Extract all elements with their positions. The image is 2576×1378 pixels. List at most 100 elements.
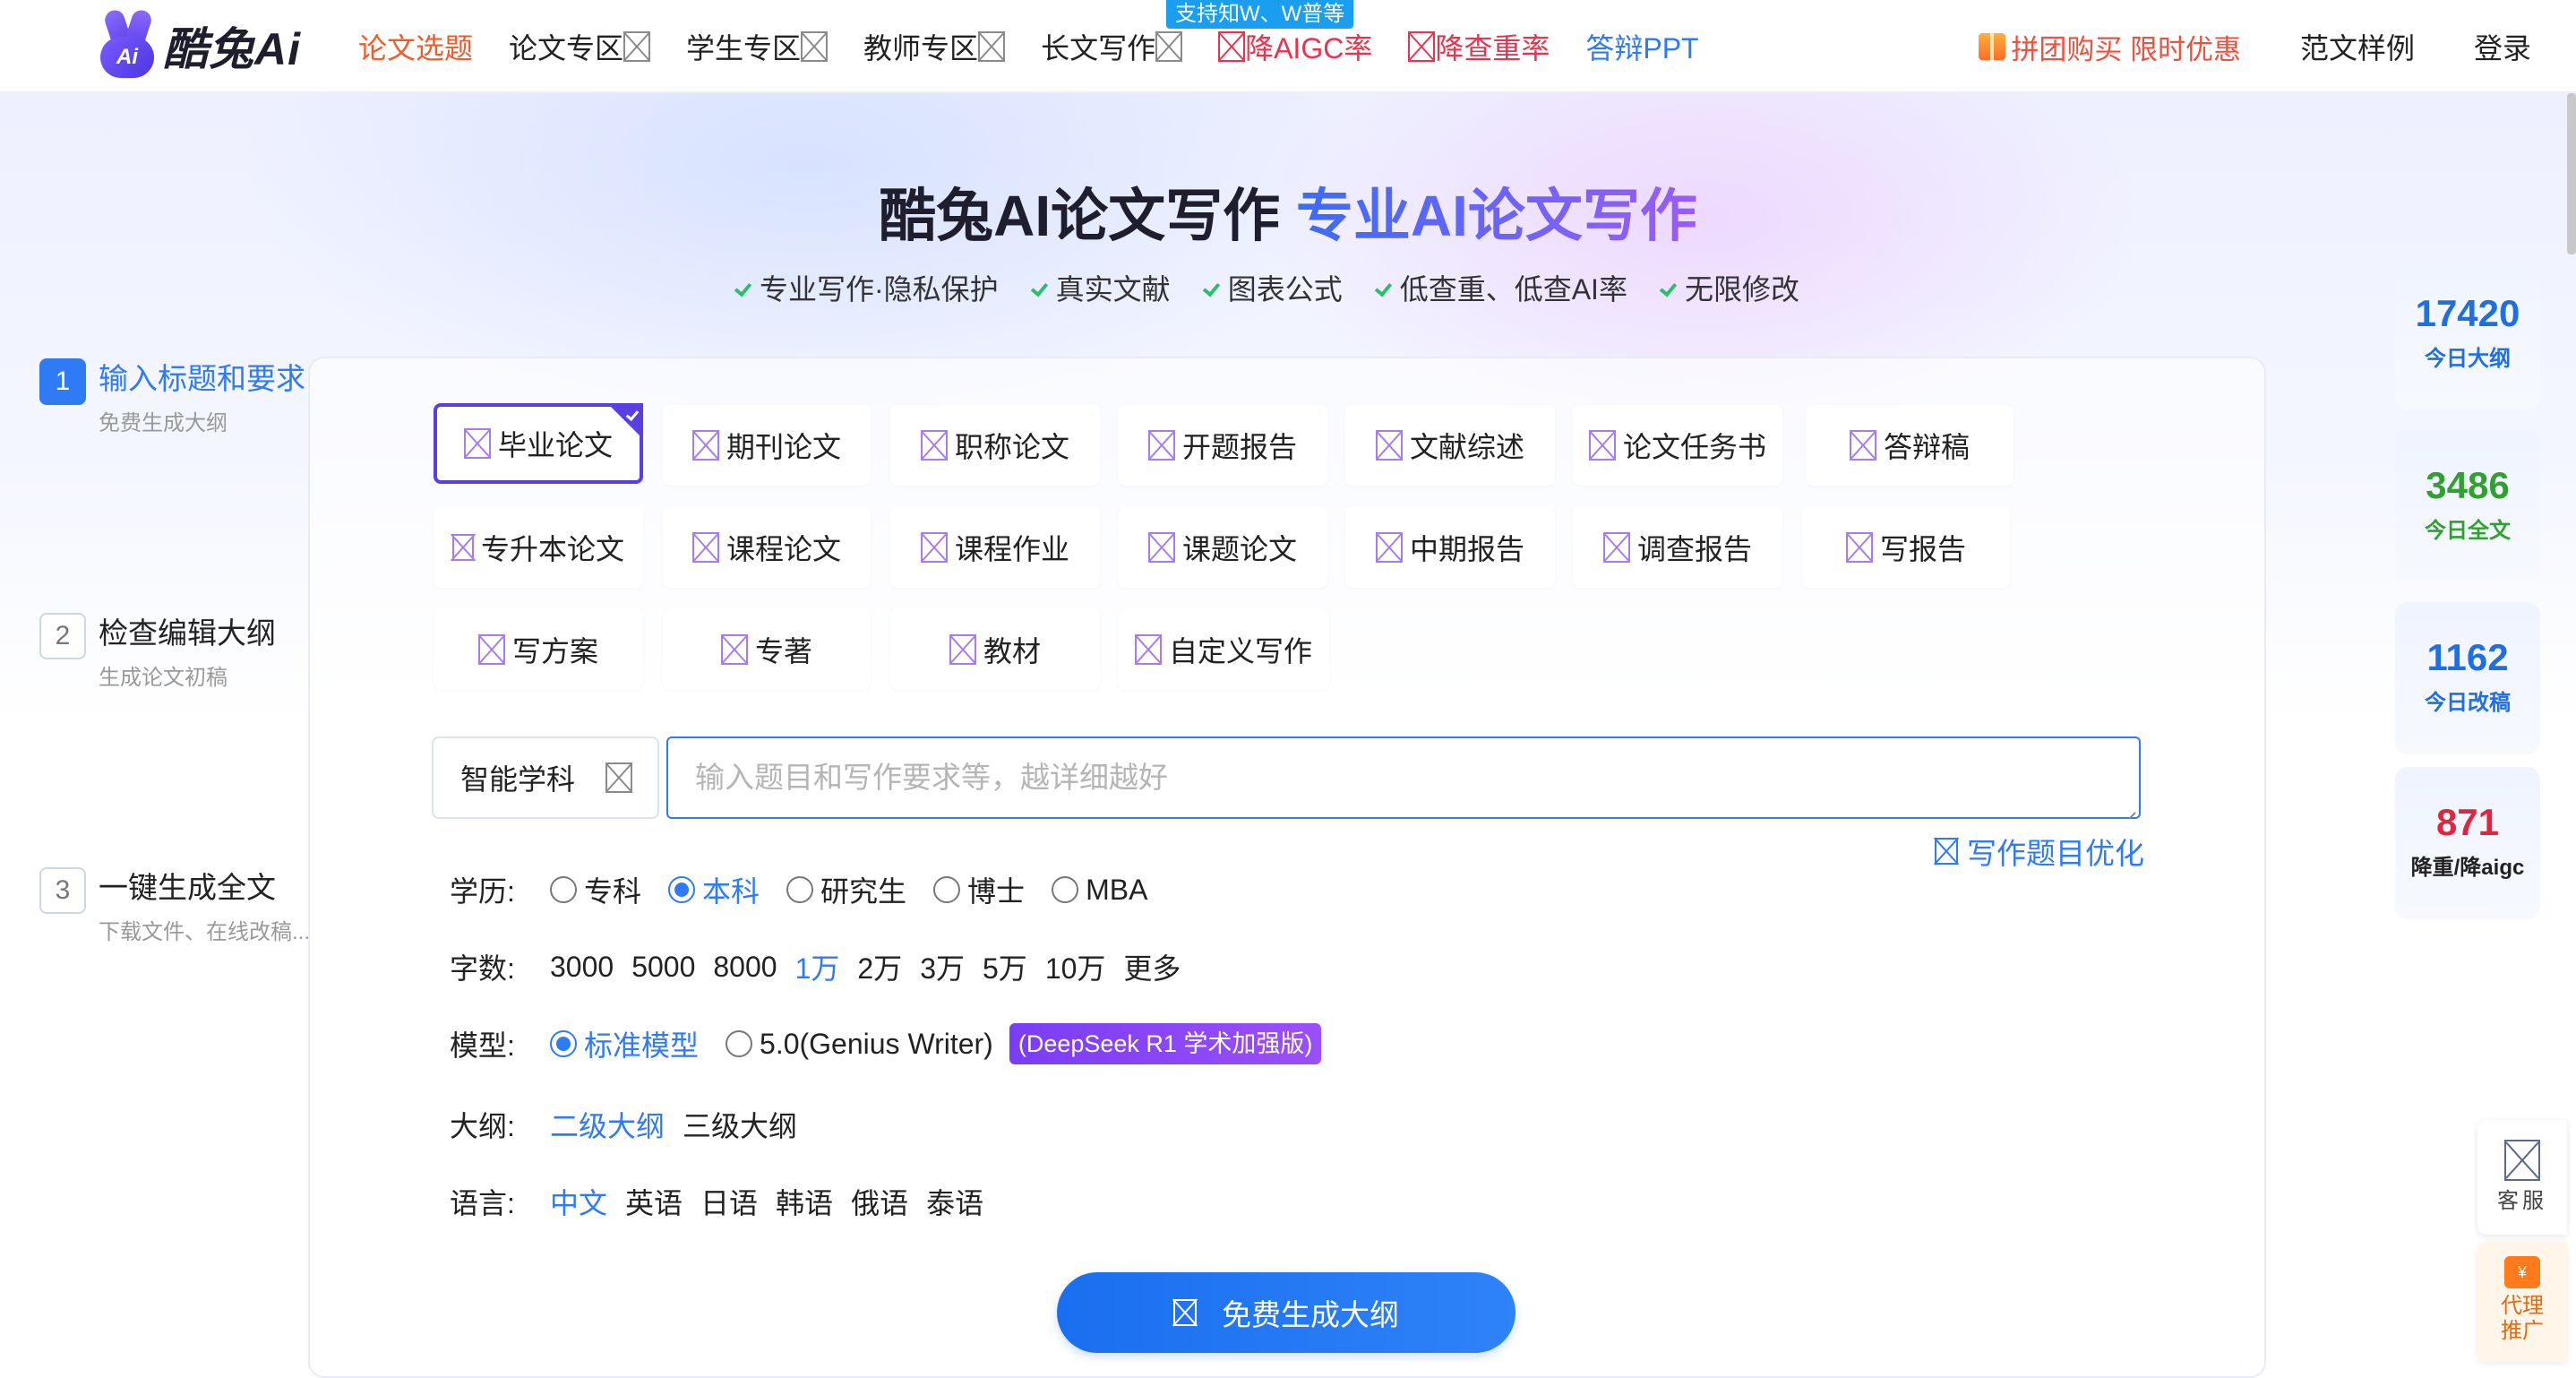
type-course-paper[interactable]: 课程论文 — [663, 507, 871, 588]
survey-icon — [1602, 532, 1630, 563]
nav-item-topic-selection[interactable]: 论文选题 — [358, 26, 473, 67]
nav-right: 拼团购买 限时优惠 范文样例 登录 — [1979, 0, 2531, 93]
check-icon — [734, 279, 752, 297]
word-count-row: 字数: 3000 5000 8000 1万 2万 3万 5万 10万 更多 — [450, 946, 1198, 987]
project-icon — [1147, 532, 1175, 563]
nav-samples-link[interactable]: 范文样例 — [2300, 26, 2415, 67]
check-icon — [1031, 279, 1049, 297]
type-task-book[interactable]: 论文任务书 — [1573, 405, 1782, 486]
customer-service-button[interactable]: 客服 — [2477, 1120, 2567, 1235]
resize-handle-icon[interactable] — [2125, 803, 2137, 815]
feature-item: 无限修改 — [1660, 267, 1799, 308]
stat-today-revisions: 1162 今日改稿 — [2395, 602, 2540, 754]
language-label: 语言: — [450, 1187, 515, 1219]
literature-icon — [1375, 430, 1403, 461]
plan-icon — [477, 634, 505, 665]
feature-item: 专业写作·隐私保护 — [734, 267, 999, 308]
type-proposal-report[interactable]: 开题报告 — [1118, 405, 1327, 486]
defense-script-icon — [1849, 430, 1876, 461]
word-count-option[interactable]: 8000 — [713, 951, 777, 984]
language-option[interactable]: 日语 — [700, 1181, 758, 1222]
model-option-genius[interactable]: 5.0(Genius Writer) — [726, 1028, 993, 1061]
nav-item-reduce-aigc[interactable]: 降AIGC率 — [1218, 26, 1372, 67]
type-project-paper[interactable]: 课题论文 — [1118, 507, 1327, 588]
type-survey-report[interactable]: 调查报告 — [1573, 507, 1782, 588]
nav-item-paper-zone[interactable]: 论文专区 — [509, 26, 651, 67]
midterm-icon — [1375, 532, 1403, 563]
education-option[interactable]: 专科 — [550, 869, 641, 910]
support-badge: 支持知W、W普等 — [1166, 0, 1354, 29]
nav-item-reduce-duplicate[interactable]: 降查重率 — [1408, 26, 1550, 67]
subject-select[interactable]: 智能学科 — [432, 736, 659, 819]
textbook-icon — [949, 634, 976, 665]
feature-item: 图表公式 — [1203, 267, 1343, 308]
word-count-option[interactable]: 10万 — [1045, 946, 1106, 987]
type-write-plan[interactable]: 写方案 — [434, 609, 643, 690]
step-title: 检查编辑大纲 — [99, 616, 276, 650]
language-option[interactable]: 泰语 — [926, 1181, 983, 1222]
nav-item-long-writing[interactable]: 长文写作 — [1041, 26, 1183, 67]
word-count-more[interactable]: 更多 — [1123, 946, 1181, 987]
language-option[interactable]: 韩语 — [776, 1181, 833, 1222]
type-write-report[interactable]: 写报告 — [1802, 507, 2010, 588]
word-count-option[interactable]: 5000 — [631, 951, 695, 984]
language-option[interactable]: 英语 — [625, 1181, 683, 1222]
feature-item: 低查重、低查AI率 — [1375, 267, 1627, 308]
dropdown-icon — [801, 31, 829, 62]
type-literature-review[interactable]: 文献综述 — [1345, 405, 1555, 486]
monograph-icon — [720, 634, 748, 665]
model-row: 模型: 标准模型 5.0(Genius Writer) (DeepSeek R1… — [450, 1023, 1322, 1064]
group-buy-promo[interactable]: 拼团购买 限时优惠 — [1979, 27, 2241, 67]
reduce-aigc-icon — [1218, 31, 1246, 62]
model-option-standard[interactable]: 标准模型 — [550, 1023, 699, 1064]
language-row: 语言: 中文 英语 日语 韩语 俄语 泰语 — [450, 1181, 1001, 1222]
type-custom-writing[interactable]: 自定义写作 — [1118, 609, 1329, 690]
type-defense-script[interactable]: 答辩稿 — [1806, 405, 2014, 486]
yen-icon: ¥ — [2504, 1256, 2540, 1288]
word-count-option[interactable]: 1万 — [795, 946, 840, 987]
step-title: 一键生成全文 — [99, 871, 276, 904]
generate-outline-button[interactable]: 免费生成大纲 — [1057, 1272, 1516, 1353]
floating-side-tools: 客服 ¥ 代理 推广 — [2477, 1120, 2567, 1362]
topic-input[interactable] — [666, 736, 2141, 819]
check-icon — [1660, 279, 1678, 297]
step-title: 输入标题和要求 — [99, 362, 305, 395]
language-option[interactable]: 俄语 — [851, 1181, 908, 1222]
education-option[interactable]: 博士 — [933, 869, 1025, 910]
education-option[interactable]: MBA — [1052, 874, 1147, 907]
outline-option[interactable]: 二级大纲 — [550, 1104, 665, 1145]
word-count-label: 字数: — [450, 952, 515, 985]
custom-icon — [1134, 634, 1162, 665]
nav-item-student-zone[interactable]: 学生专区 — [686, 26, 829, 67]
type-journal-paper[interactable]: 期刊论文 — [663, 405, 871, 486]
type-midterm-report[interactable]: 中期报告 — [1345, 507, 1555, 588]
brand-name: 酷兔Ai — [163, 24, 301, 74]
education-option[interactable]: 本科 — [668, 869, 760, 910]
homework-icon — [920, 532, 948, 563]
word-count-option[interactable]: 3万 — [920, 946, 965, 987]
type-upgrade-paper[interactable]: 专升本论文 — [434, 507, 643, 588]
nav-item-teacher-zone[interactable]: 教师专区 — [863, 26, 1006, 67]
feature-list: 专业写作·隐私保护 真实文献 图表公式 低查重、低查AI率 无限修改 — [734, 267, 1832, 308]
word-count-option[interactable]: 3000 — [550, 951, 614, 984]
type-course-homework[interactable]: 课程作业 — [890, 507, 1100, 588]
login-link[interactable]: 登录 — [2474, 26, 2531, 67]
dropdown-icon — [1155, 31, 1183, 62]
language-option[interactable]: 中文 — [550, 1181, 607, 1222]
outline-option[interactable]: 三级大纲 — [683, 1104, 797, 1145]
word-count-option[interactable]: 5万 — [983, 946, 1027, 987]
type-monograph[interactable]: 专著 — [663, 609, 871, 690]
nav-item-defense-ppt[interactable]: 答辩PPT — [1585, 26, 1698, 67]
word-count-option[interactable]: 2万 — [857, 946, 902, 987]
stat-today-fulltext: 3486 今日全文 — [2395, 430, 2540, 582]
type-textbook[interactable]: 教材 — [890, 609, 1100, 690]
type-title-paper[interactable]: 职称论文 — [890, 405, 1100, 486]
type-graduation-thesis[interactable]: 毕业论文 — [434, 403, 643, 484]
customer-service-icon — [2504, 1140, 2540, 1181]
education-option[interactable]: 研究生 — [786, 869, 906, 910]
course-paper-icon — [691, 532, 719, 563]
agent-promotion-button[interactable]: ¥ 代理 推广 — [2477, 1242, 2567, 1362]
graduation-cap-icon — [463, 428, 491, 459]
brand-logo[interactable]: Ai 酷兔Ai — [99, 5, 301, 86]
optimize-topic-link[interactable]: 写作题目优化 — [1935, 830, 2144, 873]
